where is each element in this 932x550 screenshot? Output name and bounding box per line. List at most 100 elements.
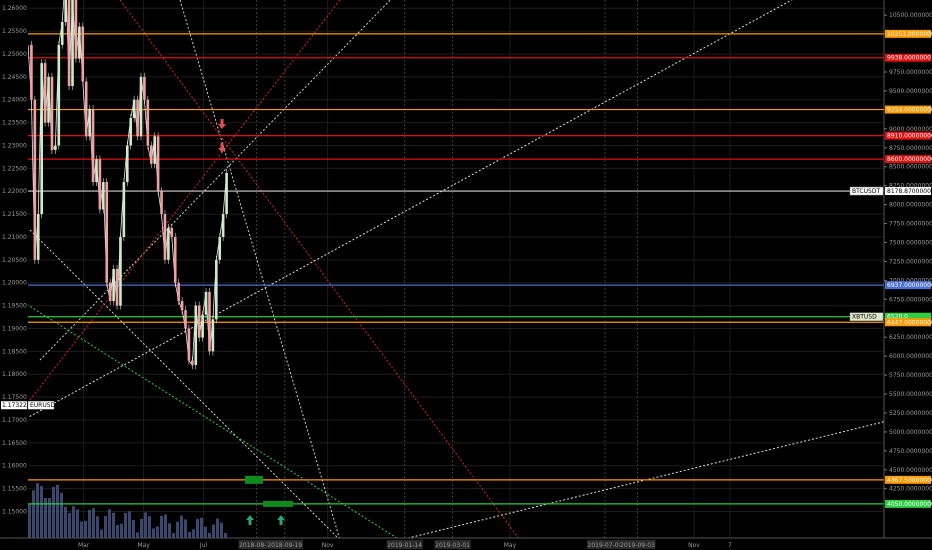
trade-zone-box — [245, 475, 263, 484]
candle-body — [115, 269, 119, 306]
trade-zone-box — [263, 500, 293, 507]
right-tick-label: 7750.00000000 — [889, 221, 932, 228]
candle-body — [95, 159, 98, 183]
candle-body — [208, 291, 211, 352]
volume-bar — [192, 529, 195, 538]
level-tag-text: XBTUSD — [852, 314, 877, 321]
candle-body — [33, 99, 37, 260]
volume-bar — [64, 506, 67, 538]
candle-body — [221, 214, 225, 237]
volume-bar — [52, 486, 55, 538]
volume-bar — [56, 484, 59, 538]
right-tick-label: 9750.00000000 — [889, 69, 932, 76]
volume-bar — [68, 513, 71, 538]
left-tick-label: 1.22500 — [2, 165, 27, 172]
candle-body — [74, 0, 78, 59]
right-tick-label: 4750.00000000 — [889, 448, 932, 455]
volume-bar — [200, 517, 203, 538]
volume-bar — [136, 532, 139, 538]
left-tick-label: 1.25500 — [2, 28, 27, 35]
right-tick-label: 6750.00000000 — [889, 296, 932, 303]
left-tick-label: 1.15000 — [2, 508, 27, 515]
time-tick-label: 2019-01-14 — [387, 542, 422, 549]
candle-body — [156, 136, 160, 192]
volume-bar — [28, 504, 31, 538]
candle-body — [47, 76, 50, 123]
volume-bar — [120, 523, 123, 538]
candle-body — [78, 26, 81, 59]
candle-body — [177, 282, 180, 302]
candle-body — [180, 301, 184, 311]
left-tick-label: 1.19500 — [2, 303, 27, 310]
right-tick-label: 8000.00000000 — [889, 202, 932, 209]
volume-bar — [180, 515, 183, 538]
candle-body — [67, 0, 71, 87]
volume-bar — [140, 518, 143, 538]
left-tick-label: 1.26000 — [2, 5, 27, 12]
volume-bar — [184, 519, 187, 538]
left-tick-label: 1.17000 — [2, 417, 27, 424]
right-tick-label: 4250.00000000 — [889, 486, 932, 493]
right-tick-label: 5000.00000000 — [889, 429, 932, 436]
candle-body — [91, 108, 95, 183]
left-tick-label: 1.22000 — [2, 188, 27, 195]
right-tick-label: 5250.00000000 — [889, 410, 932, 417]
level-value-text: 6447.00000000 — [887, 319, 932, 326]
candle-body — [160, 191, 163, 215]
left-tick-label: 1.20500 — [2, 257, 27, 264]
left-tick-label: 1.21500 — [2, 211, 27, 218]
volume-bar — [80, 521, 83, 538]
time-tick-label: May — [137, 542, 150, 549]
time-tick-label: Jul — [199, 542, 208, 549]
volume-bar — [108, 509, 111, 538]
candle-body — [50, 76, 54, 151]
time-tick-label: Nov — [322, 542, 334, 549]
candle-body — [122, 182, 126, 237]
right-tick-label: 5750.00000000 — [889, 372, 932, 379]
candle-body — [71, 0, 74, 87]
candle-body — [187, 328, 191, 361]
left-tick-label: 1.15500 — [2, 486, 27, 493]
candle-body — [132, 99, 136, 119]
candle-body — [139, 76, 143, 137]
candle-body — [40, 63, 43, 215]
volume-bar — [84, 520, 87, 538]
time-axis: Mar May Jul 2018-08-222018-09-19 Nov 2019-01-… — [0, 537, 932, 550]
candle-body — [191, 360, 194, 366]
candle-body — [149, 145, 153, 164]
candle-body — [102, 182, 105, 210]
volume-bar — [152, 528, 155, 538]
candle-body — [215, 259, 218, 320]
candle-body — [143, 76, 146, 100]
series-last-value: 1.17322 — [2, 402, 27, 409]
volume-bar — [176, 521, 179, 538]
left-tick-label: 1.24000 — [2, 97, 27, 104]
level-value-text: 4367.50000000 — [887, 477, 932, 484]
level-value-text: 9938.00000001 — [887, 55, 932, 62]
volume-bar — [72, 506, 75, 538]
left-tick-label: 1.19000 — [2, 325, 27, 332]
candle-body — [204, 291, 208, 315]
left-tick-label: 1.25000 — [2, 51, 27, 58]
candle-body — [129, 118, 133, 146]
left-tick-label: 1.23000 — [2, 142, 27, 149]
right-tick-label: 4500.00000000 — [889, 467, 932, 474]
candle-body — [184, 310, 187, 329]
volume-bar — [96, 516, 99, 538]
candle-body — [170, 227, 174, 237]
chart-canvas[interactable]: 1.26000 1.25500 1.25000 1.24500 1.24000 1.235… — [0, 0, 932, 550]
candle-body — [36, 214, 40, 260]
right-tick-label: 5500.00000000 — [889, 391, 932, 398]
volume-bar — [196, 518, 199, 538]
candle-body — [84, 81, 88, 137]
left-tick-label: 1.18500 — [2, 348, 27, 355]
level-value-text: 9254.00000000 — [887, 107, 932, 114]
level-value-text: 8910.00000000 — [887, 133, 932, 140]
right-price-axis: 10500.0000000010250.000000009750.0000000… — [883, 0, 932, 550]
volume-bar — [148, 516, 151, 538]
level-value-text: 4050.00000000 — [887, 501, 932, 508]
candle-body — [173, 236, 177, 283]
left-tick-label: 1.17500 — [2, 394, 27, 401]
volume-bar — [32, 490, 35, 538]
right-tick-label: 6250.00000000 — [889, 334, 932, 341]
